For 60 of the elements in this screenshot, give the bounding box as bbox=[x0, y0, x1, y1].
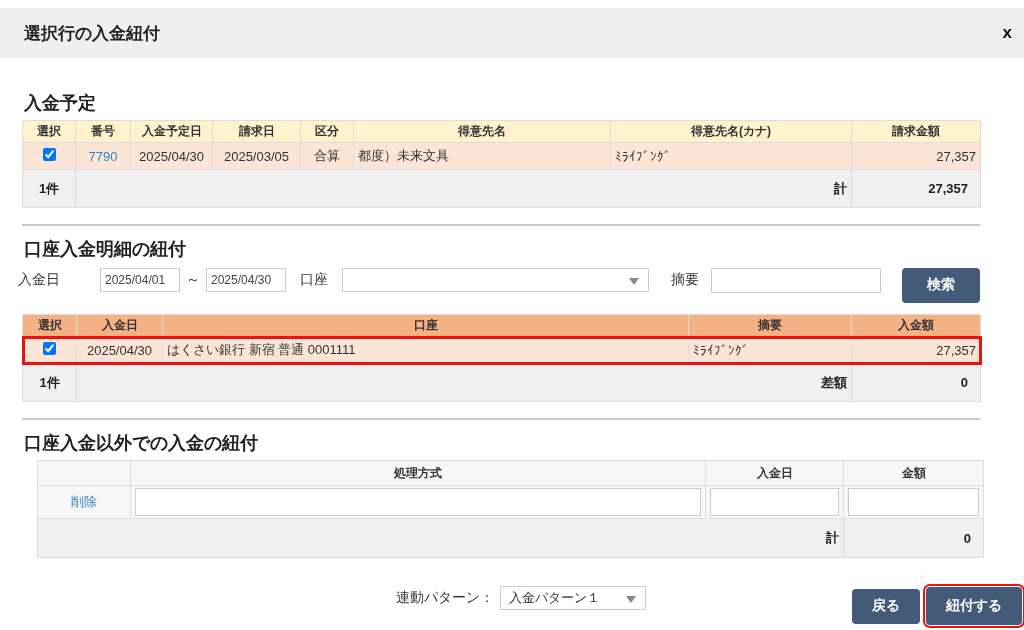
column-header: 請求日 bbox=[212, 120, 301, 143]
column-header: 入金予定日 bbox=[130, 120, 213, 143]
count-cell: 1件 bbox=[22, 363, 77, 402]
pattern-dropdown[interactable]: 入金パターン１ bbox=[500, 586, 646, 610]
column-header: 選択 bbox=[22, 314, 77, 337]
range-separator: ～ bbox=[186, 271, 200, 289]
table-cell: 2025/04/30 bbox=[76, 336, 163, 364]
date-from-field[interactable]: 2025/04/01 bbox=[100, 268, 180, 292]
filter-label: 摘要 bbox=[671, 271, 699, 289]
table-cell: 2025/04/30 bbox=[130, 142, 213, 170]
delete-link[interactable]: 削除 bbox=[71, 494, 97, 509]
amount-field[interactable] bbox=[848, 488, 979, 516]
section-heading: 口座入金以外での入金の紐付 bbox=[24, 432, 259, 454]
pattern-label: 連動パターン： bbox=[396, 589, 494, 607]
section-heading: 口座入金明細の紐付 bbox=[24, 238, 187, 260]
count-cell: 1件 bbox=[22, 169, 76, 208]
memo-field[interactable] bbox=[711, 267, 881, 293]
action-button[interactable]: 戻る bbox=[852, 588, 920, 624]
column-header: 番号 bbox=[75, 120, 131, 143]
method-field[interactable] bbox=[135, 488, 701, 516]
dropdown-arrow-icon bbox=[626, 596, 636, 603]
dialog-title: 選択行の入金紐付 bbox=[24, 22, 160, 45]
table-cell: 27,357 bbox=[851, 142, 981, 170]
column-header: 入金日 bbox=[76, 314, 163, 337]
search-button[interactable]: 検索 bbox=[902, 267, 980, 303]
date-to-field[interactable]: 2025/04/30 bbox=[206, 268, 286, 292]
table-cell: ﾐﾗｲﾌﾞﾝｸﾞ bbox=[688, 336, 852, 364]
section-heading: 入金予定 bbox=[24, 92, 97, 114]
total-cell: 27,357 bbox=[851, 169, 981, 208]
column-header: 摘要 bbox=[688, 314, 852, 337]
column-header: 得意先名 bbox=[353, 120, 611, 143]
column-header: 処理方式 bbox=[130, 460, 706, 486]
column-header: 入金額 bbox=[851, 314, 981, 337]
dropdown-arrow-icon bbox=[629, 278, 639, 285]
table-cell: 2025/03/05 bbox=[212, 142, 301, 170]
column-header: 区分 bbox=[300, 120, 354, 143]
column-header: 口座 bbox=[162, 314, 689, 337]
table-cell: はくさい銀行 新宿 普通 0001111 bbox=[162, 336, 689, 364]
table-cell: 27,357 bbox=[851, 336, 981, 364]
column-header: 得意先名(カナ) bbox=[610, 120, 852, 143]
close-button[interactable]: x bbox=[998, 23, 1016, 43]
action-button[interactable]: 紐付する bbox=[926, 587, 1022, 625]
column-header: 金額 bbox=[843, 460, 984, 486]
filter-label: 入金日 bbox=[18, 271, 61, 289]
column-header: 請求金額 bbox=[851, 120, 981, 143]
difference-label: 差額 bbox=[76, 363, 852, 402]
column-header: 選択 bbox=[22, 120, 76, 143]
highlighted-row[interactable]: 2025/04/30 はくさい銀行 新宿 普通 0001111 ﾐﾗｲﾌﾞﾝｸﾞ 27,357 bbox=[22, 336, 981, 364]
difference-cell: 0 bbox=[851, 363, 981, 402]
total-cell: 0 bbox=[843, 518, 984, 558]
total-label: 計 bbox=[37, 518, 844, 558]
filter-label: 口座 bbox=[300, 271, 328, 289]
total-label: 計 bbox=[75, 169, 852, 208]
date-field[interactable] bbox=[710, 488, 839, 516]
row-checkbox[interactable] bbox=[43, 342, 56, 355]
row-checkbox[interactable] bbox=[42, 148, 56, 161]
column-header: 入金日 bbox=[705, 460, 844, 486]
table-cell: ﾐﾗｲﾌﾞﾝｸﾞ bbox=[610, 142, 852, 170]
table-cell: 都度）未来文具 bbox=[353, 142, 611, 170]
account-dropdown[interactable] bbox=[342, 268, 649, 292]
